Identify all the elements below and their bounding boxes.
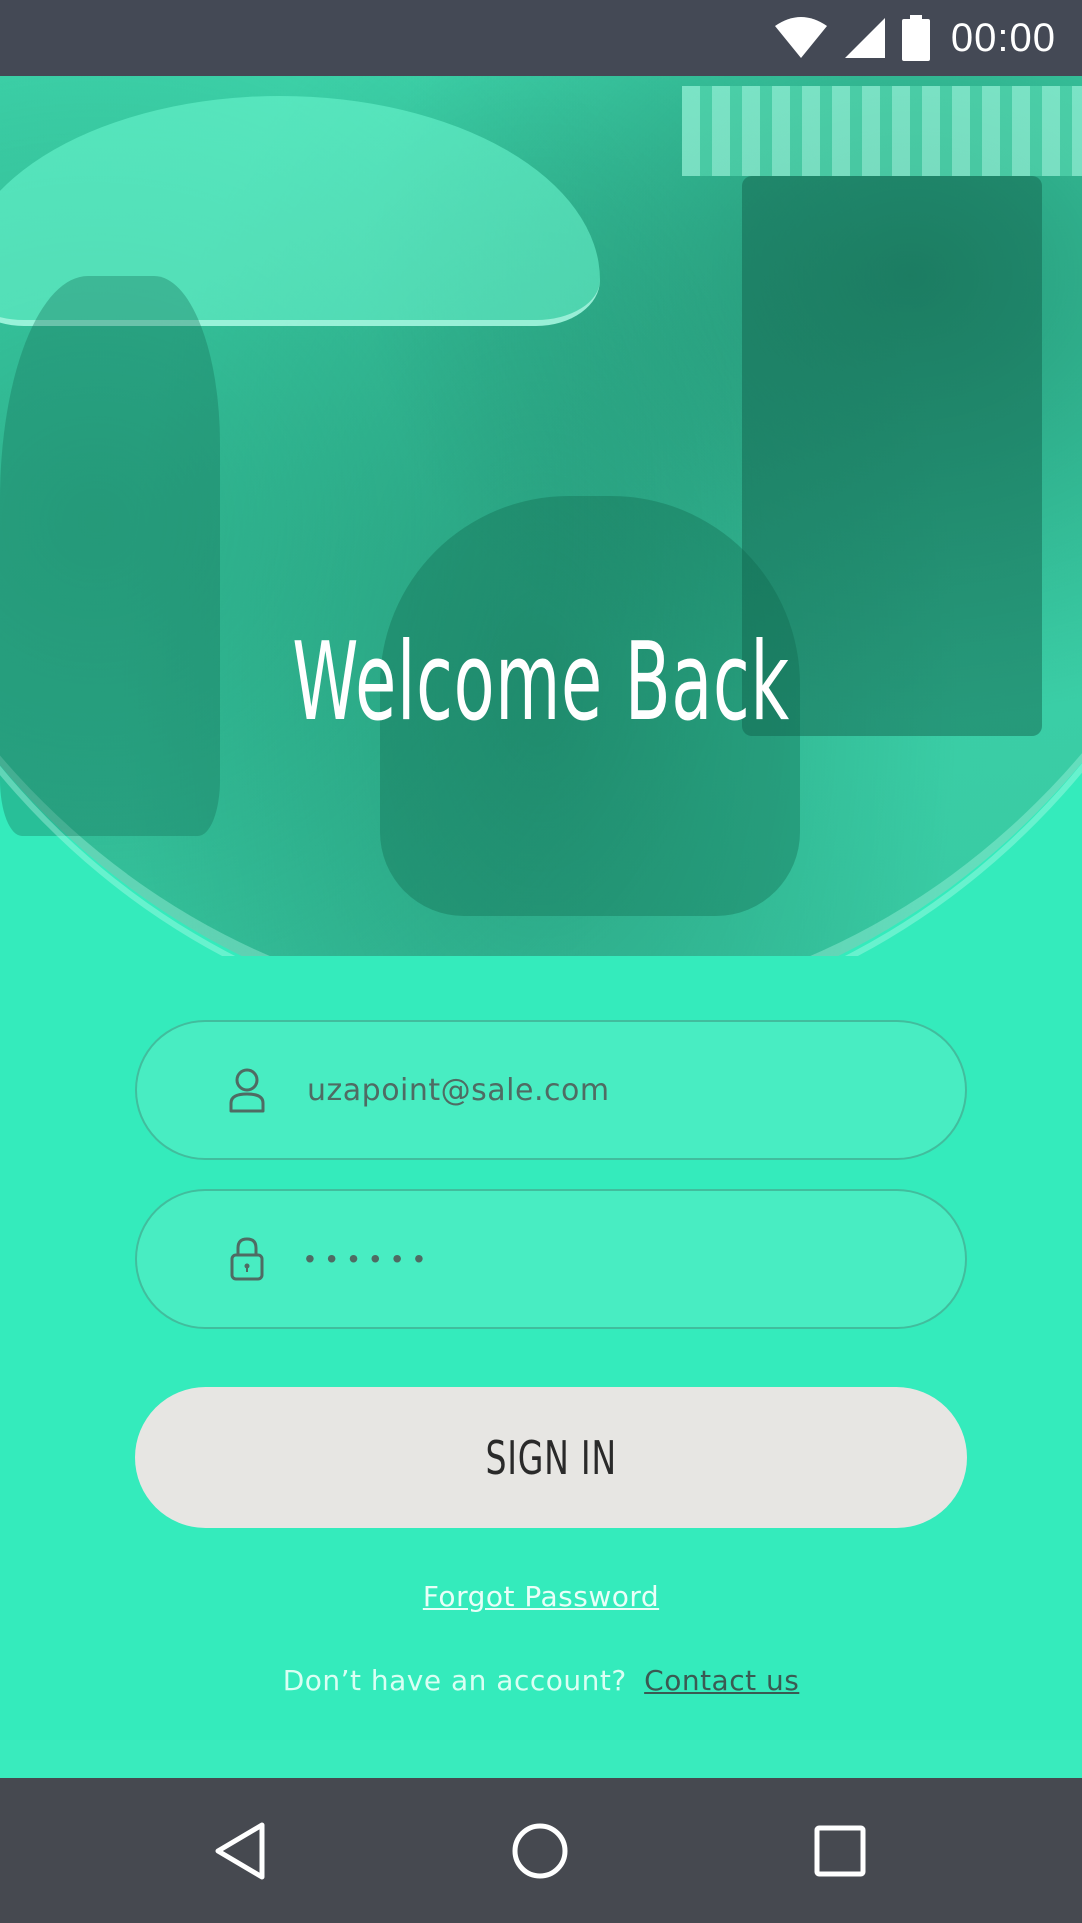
password-value: •••••• [305,1243,436,1274]
status-bar: 00:00 [0,0,1082,76]
signup-row: Don’t have an account? Contact us [0,1664,1082,1697]
email-value: uzapoint@sale.com [307,1072,610,1108]
signup-prompt: Don’t have an account? [282,1664,627,1697]
bottom-strip [0,1740,1082,1778]
password-field[interactable]: •••••• [135,1189,967,1329]
battery-icon [901,15,931,61]
recent-apps-square-icon[interactable] [770,1778,910,1923]
user-icon [207,1067,287,1113]
hero-arc-border [0,76,1082,956]
contact-us-link[interactable]: Contact us [644,1664,799,1697]
email-field[interactable]: uzapoint@sale.com [135,1020,967,1160]
home-circle-icon[interactable] [470,1778,610,1923]
sign-in-label: SIGN IN [485,1430,617,1485]
welcome-title: Welcome Back [292,620,790,745]
wifi-icon [773,16,829,60]
hero-banner [0,76,1082,956]
status-time: 00:00 [950,15,1056,60]
back-triangle-icon[interactable] [170,1778,310,1923]
login-screen: 00:00 Welcome Back uzapoint@sale.com •••… [0,0,1082,1923]
navigation-bar [0,1778,1082,1923]
sign-in-button[interactable]: SIGN IN [135,1387,967,1528]
cell-signal-icon [843,16,887,60]
lock-icon [207,1236,287,1282]
forgot-password-link[interactable]: Forgot Password [0,1580,1082,1613]
